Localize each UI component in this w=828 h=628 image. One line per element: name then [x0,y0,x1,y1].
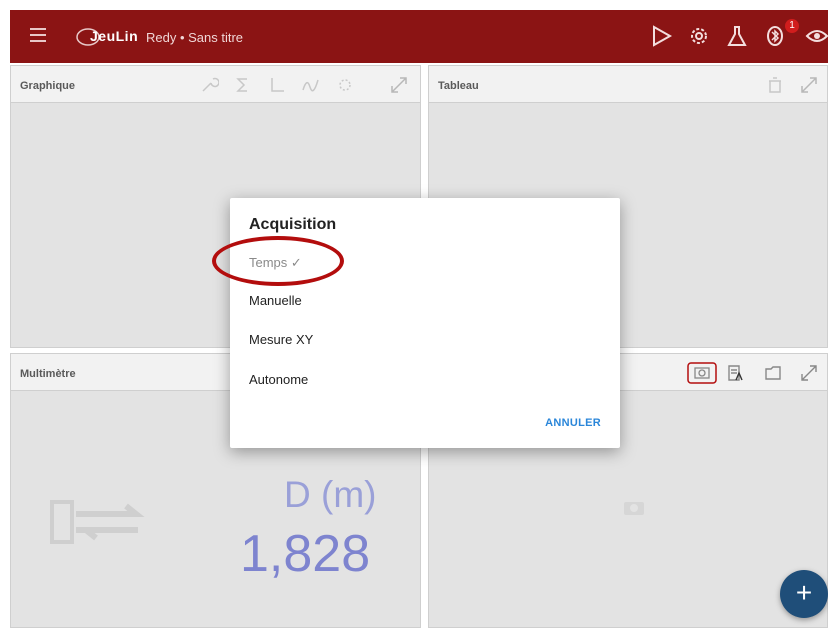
expand-icon[interactable] [389,75,409,95]
text-edit-icon[interactable] [725,363,745,383]
logo-text: JeuLin [90,28,139,44]
measurement-value: 1,828 [240,525,371,583]
document-title: Redy • Sans titre [146,30,244,45]
dialog-title: Acquisition [249,216,337,233]
play-icon[interactable] [648,23,674,49]
option-autonome[interactable]: Autonome [249,372,308,387]
table-panel-title: Tableau [438,80,479,92]
cancel-button[interactable]: ANNULER [545,417,601,429]
folder-icon[interactable] [763,363,783,383]
expand-icon[interactable] [799,75,819,95]
option-mesure-xy[interactable]: Mesure XY [249,332,313,347]
trash-icon[interactable] [765,75,785,95]
graph-panel-header: Graphique [11,66,420,103]
curve-fit-icon[interactable] [301,75,321,95]
target-icon[interactable] [335,75,355,95]
camera-icon[interactable] [687,362,717,384]
flask-icon[interactable] [724,23,750,49]
expand-icon[interactable] [799,363,819,383]
plus-icon: + [795,577,813,608]
wrench-icon[interactable] [199,75,219,95]
multimeter-sensor-icon [50,500,145,544]
notification-badge: 1 [785,19,799,33]
graph-panel-title: Graphique [20,80,76,92]
option-manuelle[interactable]: Manuelle [249,293,302,308]
eye-icon[interactable] [804,23,828,49]
camera-placeholder-icon [624,502,644,515]
measurement-quantity: D (m) [284,474,377,515]
add-fab-button[interactable]: + [780,570,828,618]
app-bar: JeuLin Redy • Sans titre 1 [10,10,828,63]
gear-icon[interactable] [686,23,712,49]
menu-icon[interactable] [30,28,46,42]
axes-icon[interactable] [267,75,287,95]
highlight-annotation [212,236,344,286]
multimeter-panel-title: Multimètre [20,368,76,380]
sigma-icon[interactable] [233,75,253,95]
table-panel-header: Tableau [429,66,827,103]
